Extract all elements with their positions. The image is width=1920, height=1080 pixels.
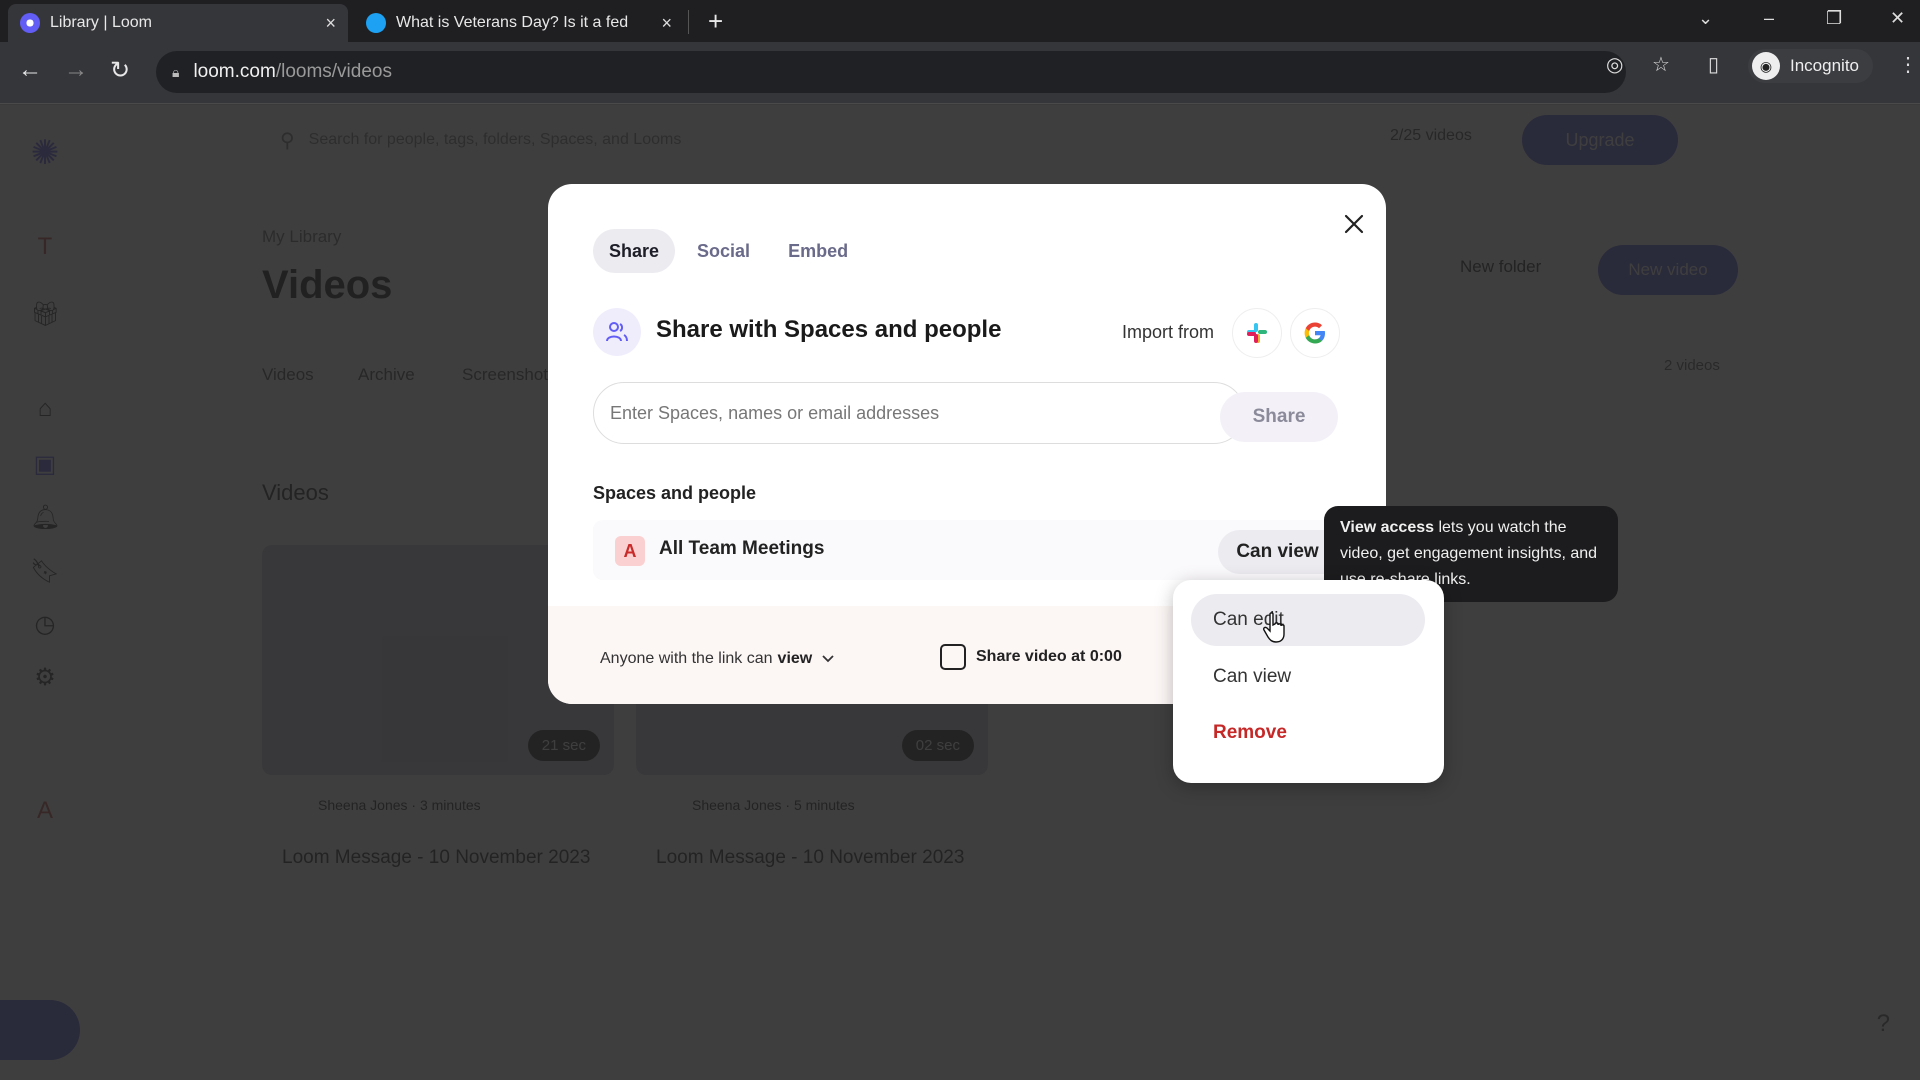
tab-social[interactable]: Social [681,229,766,273]
link-access-dropdown[interactable]: Anyone with the link can view [600,650,834,668]
restore-icon[interactable]: ❐ [1826,8,1842,29]
close-icon [1344,214,1364,234]
back-icon[interactable]: ← [18,56,42,84]
share-submit-button[interactable]: Share [1220,392,1338,442]
import-label: Import from [1122,322,1215,342]
new-tab-button[interactable]: + [708,6,723,37]
browser-tab-veterans[interactable]: What is Veterans Day? Is it a fed × [354,4,684,42]
star-icon[interactable]: ☆ [1652,52,1670,77]
browser-menu-icon[interactable]: ⋮ [1898,52,1918,77]
minimize-icon[interactable]: – [1764,8,1774,29]
address-bar[interactable]: 🔒︎ loom.com /looms/videos [156,51,1626,93]
share-at-time-label[interactable]: Share video at 0:00 [976,648,1122,666]
tab-share[interactable]: Share [593,229,676,273]
chevron-down-icon [822,655,834,663]
google-import-button[interactable] [1290,308,1340,358]
recipients-input[interactable] [593,382,1245,444]
share-at-time-checkbox[interactable] [940,644,966,670]
site-icon [366,13,386,33]
url-path: /looms/videos [275,61,392,82]
tab-title: Library | Loom [50,14,152,31]
spaces-people-label: Spaces and people [593,483,757,503]
permission-menu: Can edit Can view Remove [1173,580,1444,783]
incognito-icon: ◉ [1752,52,1780,80]
permission-value: Can view [1236,541,1319,562]
reload-icon[interactable]: ↻ [110,56,130,85]
slack-import-button[interactable] [1232,308,1282,358]
tab-search-icon[interactable]: ⌄ [1698,8,1713,29]
eye-off-icon[interactable]: ◎ [1606,52,1623,77]
tab-embed[interactable]: Embed [772,229,864,273]
url-host: loom.com [193,61,276,82]
hand-cursor-icon [1262,612,1288,652]
browser-tab-strip: Library | Loom × What is Veterans Day? I… [0,0,1920,42]
lock-icon: 🔒︎ [172,63,180,80]
menu-item-can-edit[interactable]: Can edit [1191,594,1425,646]
share-heading: Share with Spaces and people [656,316,1002,343]
link-access-value: view [777,650,813,667]
close-tab-icon[interactable]: × [325,13,336,34]
tooltip-bold: View access [1340,519,1435,536]
window-close-icon[interactable]: ✕ [1890,8,1905,29]
tab-separator [688,10,689,34]
google-icon [1304,322,1325,344]
profile-label: Incognito [1790,56,1859,75]
forward-icon[interactable]: → [64,56,88,84]
space-entry-row: A All Team Meetings Can view [593,520,1363,580]
modal-tabs: Share Social Embed [593,229,864,273]
incognito-profile[interactable]: ◉ Incognito [1748,49,1873,83]
people-icon [593,308,641,356]
close-modal-button[interactable] [1336,206,1372,242]
link-access-prefix: Anyone with the link can [600,650,773,667]
loom-icon [20,13,40,33]
slack-icon [1247,323,1267,343]
browser-tab-loom[interactable]: Library | Loom × [8,4,348,42]
side-panel-icon[interactable]: ▯ [1708,52,1719,77]
tab-title: What is Veterans Day? Is it a fed [396,14,629,31]
browser-toolbar: ← → ↻ 🔒︎ loom.com /looms/videos ◎ ☆ ▯ ◉ … [0,42,1920,104]
close-tab-icon[interactable]: × [661,13,672,34]
space-name: All Team Meetings [659,538,825,559]
menu-item-can-view[interactable]: Can view [1191,651,1425,703]
space-avatar: A [615,536,645,566]
menu-item-remove[interactable]: Remove [1191,707,1425,759]
